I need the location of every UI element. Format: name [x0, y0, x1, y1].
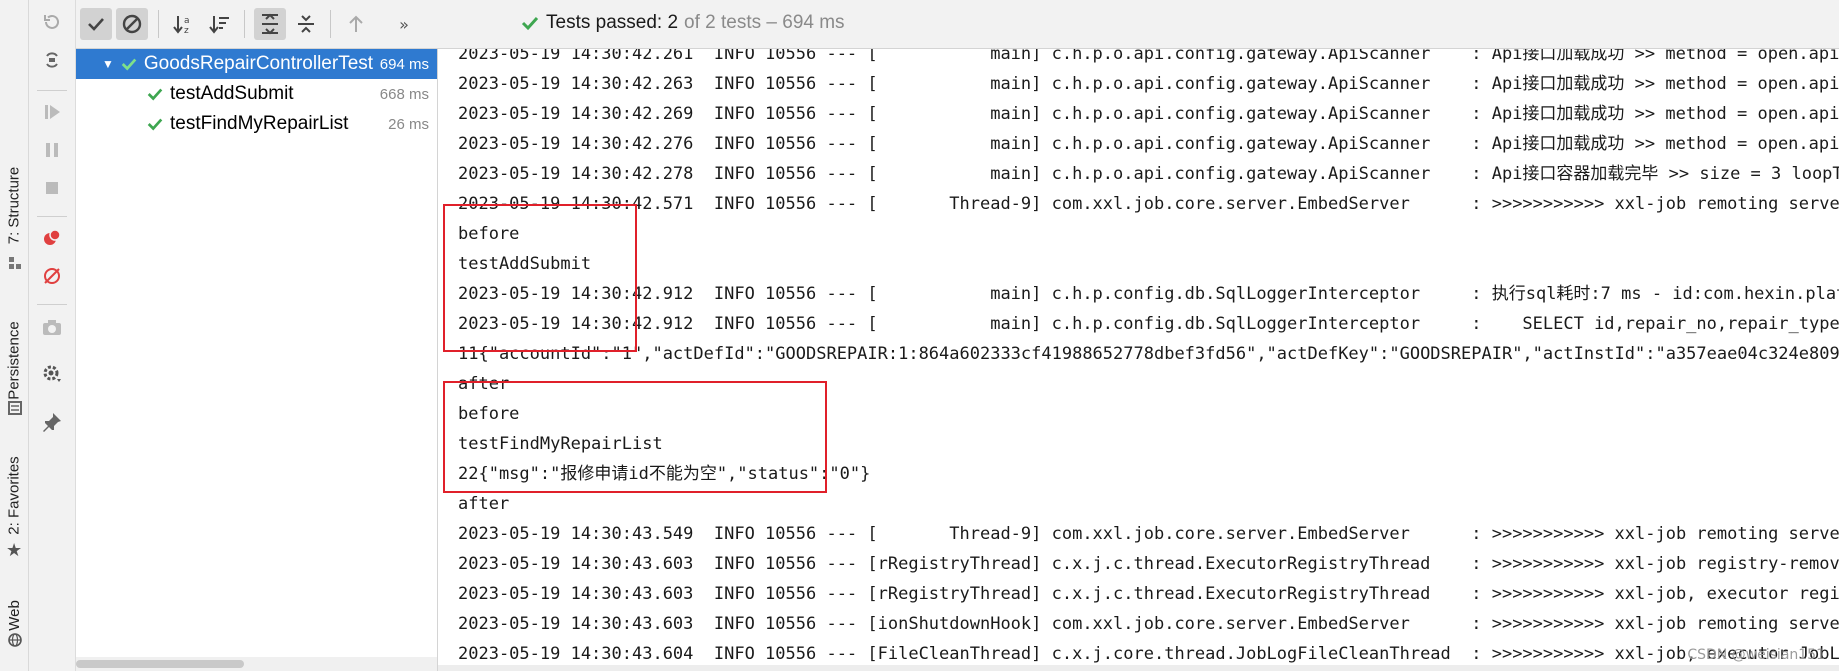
tests-passed-label: Tests passed: 2 — [546, 12, 679, 33]
console-line: 2023-05-19 14:30:43.549 INFO 10556 --- [… — [458, 524, 1839, 544]
web-tab-label: Web — [5, 599, 23, 631]
camera-icon — [43, 320, 61, 335]
get-thread-dump-button[interactable] — [40, 316, 64, 340]
test-passed-icon — [147, 118, 163, 131]
star-icon: ★ — [6, 540, 23, 561]
console-line: 2023-05-19 14:30:43.603 INFO 10556 --- [… — [458, 584, 1839, 604]
scrollbar-thumb[interactable] — [76, 660, 244, 668]
sort-alphabetically-button[interactable]: a z — [168, 8, 200, 40]
console-line: 2023-05-19 14:30:42.276 INFO 10556 --- [… — [458, 134, 1839, 154]
console-line: testAddSubmit — [458, 254, 592, 274]
structure-icon — [9, 257, 21, 269]
sort-by-duration-button[interactable] — [204, 8, 236, 40]
highlight-box-add-submit — [443, 204, 637, 352]
test-method-name: testAddSubmit — [170, 83, 294, 104]
separator — [37, 90, 67, 91]
favorites-tab-label: 2: Favorites — [5, 455, 23, 535]
svg-text:a: a — [184, 16, 190, 26]
console-line: before — [458, 224, 520, 244]
chevron-down-icon: ▼ — [102, 57, 114, 71]
chevron-double-right-icon: » — [399, 14, 409, 34]
side-tool-strip: 7: Structure Persistence 2: Favorites ★ … — [0, 0, 29, 671]
favorites-tab[interactable]: 2: Favorites — [0, 440, 28, 550]
tree-horizontal-scrollbar[interactable] — [76, 657, 437, 671]
pause-icon — [46, 143, 58, 157]
run-tool-column — [29, 0, 76, 671]
console-line: 11{"accountId":"1","actDefId":"GOODSREPA… — [458, 344, 1839, 364]
console-line: 2023-05-19 14:30:42.912 INFO 10556 --- [… — [458, 284, 1839, 304]
test-passed-icon — [147, 88, 163, 101]
console-line: 2023-05-19 14:30:42.261 INFO 10556 --- [… — [458, 49, 1839, 64]
test-method-name: testFindMyRepairList — [170, 113, 349, 134]
more-actions-button[interactable]: » — [388, 8, 420, 40]
expand-all-button[interactable] — [254, 8, 286, 40]
globe-icon — [8, 633, 22, 647]
pin-tab-button[interactable] — [40, 410, 64, 434]
separator — [37, 304, 67, 305]
tree-item-test-method[interactable]: testAddSubmit 668 ms — [76, 79, 437, 109]
console-line: 2023-05-19 14:30:42.269 INFO 10556 --- [… — [458, 104, 1839, 124]
test-method-time: 668 ms — [379, 85, 429, 103]
console-horizontal-scrollbar[interactable] — [438, 665, 1839, 671]
expand-all-icon — [262, 13, 278, 35]
sort-alpha-icon: a z — [173, 16, 190, 35]
console-line: after — [458, 494, 510, 514]
show-ignored-button[interactable] — [116, 8, 148, 40]
show-passed-button[interactable] — [80, 8, 112, 40]
separator — [330, 10, 331, 38]
rerun-failed-button[interactable] — [40, 10, 64, 34]
settings-button[interactable] — [40, 362, 64, 386]
mute-breakpoints-icon — [44, 268, 60, 284]
separator — [37, 216, 67, 217]
pause-button[interactable] — [40, 138, 64, 162]
highlight-box-find-repair-list — [443, 381, 827, 493]
separator — [244, 10, 245, 38]
test-passed-icon — [121, 58, 137, 71]
stop-button[interactable] — [40, 176, 64, 200]
mute-breakpoints-button[interactable] — [40, 264, 64, 288]
toggle-auto-test-button[interactable] — [40, 48, 64, 72]
test-class-time: 694 ms — [379, 55, 429, 73]
svg-text:z: z — [184, 26, 189, 35]
watermark: CSDN @weisian151 — [1687, 647, 1825, 663]
breakpoints-icon — [44, 229, 61, 245]
tree-item-test-method[interactable]: testFindMyRepairList 26 ms — [76, 109, 437, 139]
console-line: 2023-05-19 14:30:42.571 INFO 10556 --- [… — [458, 194, 1839, 214]
separator — [158, 10, 159, 38]
rerun-failed-icon — [44, 14, 59, 29]
test-method-time: 26 ms — [388, 115, 429, 133]
checkmark-icon — [521, 16, 539, 31]
console-line: 2023-05-19 14:30:42.263 INFO 10556 --- [… — [458, 74, 1839, 94]
structure-tab[interactable]: 7: Structure — [0, 140, 28, 270]
gear-icon — [43, 365, 61, 382]
console-line: 2023-05-19 14:30:43.603 INFO 10556 --- [… — [458, 554, 1839, 574]
checkmark-icon — [88, 18, 104, 31]
arrow-up-icon — [349, 15, 363, 32]
test-status: Tests passed: 2 of 2 tests – 694 ms — [520, 12, 845, 34]
structure-tab-label: 7: Structure — [5, 166, 23, 244]
persistence-icon — [8, 401, 22, 415]
previous-failed-test-button[interactable] — [340, 8, 372, 40]
console-output[interactable]: 2023-05-19 14:30:42.261 INFO 10556 --- [… — [438, 49, 1839, 671]
resume-icon — [45, 105, 60, 119]
view-breakpoints-button[interactable] — [40, 226, 64, 250]
console-line: 2023-05-19 14:30:42.278 INFO 10556 --- [… — [458, 164, 1839, 184]
ignored-icon — [122, 14, 142, 34]
tests-summary-label: of 2 tests – 694 ms — [684, 12, 845, 33]
resume-button[interactable] — [40, 100, 64, 124]
console-line: 2023-05-19 14:30:42.912 INFO 10556 --- [… — [458, 314, 1839, 334]
console-lines: 2023-05-19 14:30:42.261 INFO 10556 --- [… — [458, 49, 1839, 671]
auto-test-icon — [46, 52, 58, 68]
test-runner-toolbar: a z » Tests passed: 2 of 2 tests – 694 m… — [76, 0, 1839, 49]
tree-item-test-class[interactable]: ▼ GoodsRepairControllerTest 694 ms — [76, 49, 437, 79]
sort-duration-icon — [209, 16, 229, 34]
pin-icon — [43, 413, 61, 432]
collapse-all-button[interactable] — [290, 8, 322, 40]
stop-icon — [46, 182, 58, 194]
test-class-name: GoodsRepairControllerTest — [143, 53, 374, 74]
collapse-all-icon — [298, 15, 314, 33]
console-line: 2023-05-19 14:30:43.603 INFO 10556 --- [… — [458, 614, 1839, 634]
persistence-tab-label: Persistence — [5, 320, 23, 400]
test-results-tree: ▼ GoodsRepairControllerTest 694 ms testA… — [76, 49, 438, 671]
